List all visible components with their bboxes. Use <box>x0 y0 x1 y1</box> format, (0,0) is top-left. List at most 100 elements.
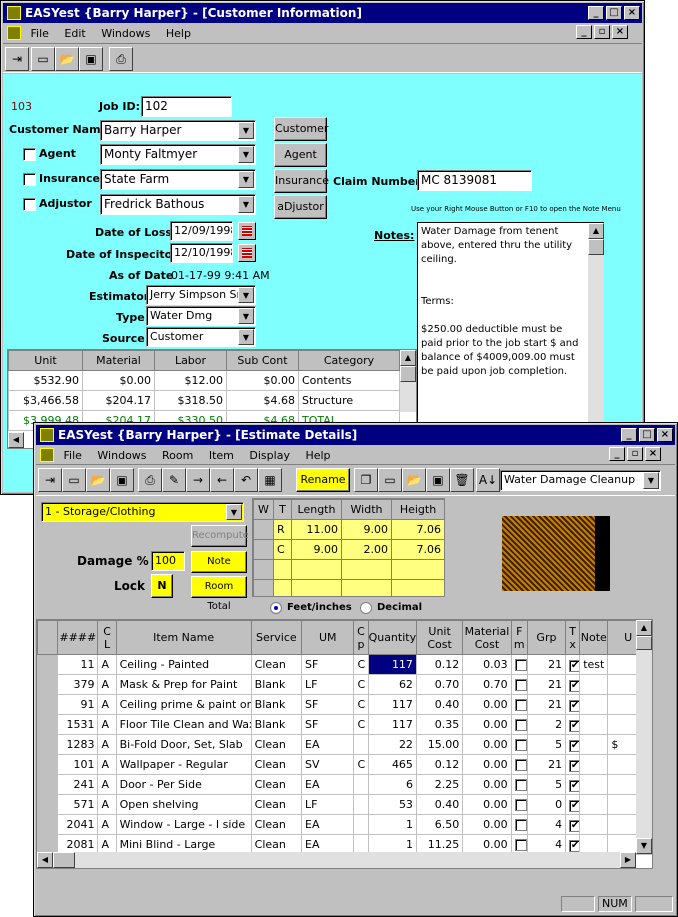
type-select[interactable]: Water Dmg ▼ <box>146 306 256 326</box>
row-selector[interactable] <box>37 774 59 795</box>
table-cell[interactable]: 21 <box>526 674 567 695</box>
undo-icon[interactable]: ↶ <box>234 468 258 492</box>
table-cell[interactable]: 0.00 <box>462 814 512 835</box>
table-row[interactable]: 11 A Ceiling - Painted Clean SF C 117 0.12 0.03 2… <box>37 654 652 675</box>
table-cell[interactable]: 6 <box>367 774 417 795</box>
table-cell[interactable]: 21 <box>526 654 567 675</box>
table-cell[interactable]: 2 <box>526 714 567 735</box>
fm-checkbox[interactable] <box>510 674 528 695</box>
table-cell[interactable]: EA <box>301 774 355 795</box>
table-cell[interactable]: 91 <box>57 694 99 715</box>
table-cell[interactable]: 0.00 <box>462 774 512 795</box>
table-cell[interactable]: Clean <box>250 814 303 835</box>
table-row[interactable]: 1531 A Floor Tile Clean and Wax Blank SF C 117… <box>37 714 652 735</box>
table-cell[interactable]: 0.70 <box>462 674 512 695</box>
table-cell[interactable]: LF <box>301 794 355 815</box>
table-cell[interactable]: A <box>97 714 117 735</box>
exit-icon[interactable]: ⇥ <box>5 47 29 71</box>
row-selector[interactable] <box>37 694 59 715</box>
menu-help[interactable]: Help <box>305 449 330 462</box>
delete-row-icon[interactable]: ← <box>210 468 234 492</box>
table-cell[interactable]: 2.25 <box>415 774 464 795</box>
child-minimize-button[interactable]: _ <box>576 25 592 39</box>
tax-checkbox[interactable]: ✔ <box>565 774 581 795</box>
agent-button[interactable]: Agent <box>274 143 327 167</box>
fm-checkbox[interactable] <box>510 754 528 775</box>
calendar-icon[interactable] <box>238 222 256 240</box>
table-cell[interactable]: Ceiling - Painted <box>115 654 252 675</box>
table-cell[interactable]: 379 <box>57 674 99 695</box>
fm-checkbox[interactable] <box>510 654 528 675</box>
table-cell[interactable]: SF <box>301 654 355 675</box>
table-cell[interactable]: 0 <box>526 794 567 815</box>
customer-name-select[interactable]: Barry Harper ▼ <box>100 120 256 141</box>
adjustor-checkbox[interactable] <box>23 198 36 211</box>
minimize-button[interactable]: _ <box>588 6 604 20</box>
tax-checkbox[interactable]: ✔ <box>565 754 581 775</box>
table-cell[interactable]: A <box>97 814 117 835</box>
row-selector[interactable] <box>37 814 59 835</box>
save-icon[interactable]: ▣ <box>426 468 450 492</box>
close-button[interactable]: × <box>657 428 673 442</box>
sort-icon[interactable]: A↓ <box>476 468 500 492</box>
fm-checkbox[interactable] <box>510 794 528 815</box>
customer-button[interactable]: Customer <box>274 117 328 141</box>
open-folder-icon[interactable]: 📂 <box>86 468 110 492</box>
table-cell[interactable]: 21 <box>526 694 567 715</box>
table-cell[interactable]: 0.00 <box>462 714 512 735</box>
table-cell[interactable]: SV <box>301 754 355 775</box>
table-row[interactable]: 91ACeiling prime & paint one coBlankSFC1… <box>37 694 652 715</box>
table-cell[interactable]: 62 <box>367 674 417 695</box>
fm-checkbox[interactable] <box>510 734 528 755</box>
child-restore-button[interactable]: ▫ <box>594 25 610 39</box>
table-cell[interactable]: Blank <box>250 694 303 715</box>
table-cell[interactable]: 465 <box>367 754 417 775</box>
table-cell[interactable] <box>579 754 609 775</box>
date-of-inspection-field[interactable]: 12/10/1998 <box>170 243 233 263</box>
menu-room[interactable]: Room <box>162 449 193 462</box>
trash-icon[interactable]: 🗑 <box>450 468 474 492</box>
table-cell[interactable]: 101 <box>57 754 99 775</box>
table-cell[interactable]: 1283 <box>57 734 99 755</box>
table-cell[interactable]: C <box>353 754 369 775</box>
table-cell[interactable]: Clean <box>250 654 303 675</box>
adjustor-select[interactable]: Fredrick Bathous ▼ <box>100 194 256 215</box>
rename-button[interactable]: Rename <box>296 468 350 492</box>
table-cell[interactable]: Blank <box>250 714 303 735</box>
row-selector[interactable] <box>37 714 59 735</box>
radio-decimal[interactable] <box>360 602 372 614</box>
minimize-button[interactable]: _ <box>621 428 637 442</box>
tax-checkbox[interactable]: ✔ <box>565 674 581 695</box>
table-cell[interactable]: C <box>353 694 369 715</box>
tax-checkbox[interactable]: ✔ <box>565 794 581 815</box>
table-cell[interactable]: Blank <box>250 674 303 695</box>
insurance-button[interactable]: Insurance <box>274 169 329 193</box>
table-cell[interactable]: 0.00 <box>462 694 512 715</box>
table-cell[interactable]: 1531 <box>57 714 99 735</box>
child-close-button[interactable]: × <box>612 25 628 39</box>
new-icon[interactable]: ▭ <box>31 47 55 71</box>
table-cell[interactable]: 117 <box>367 654 417 675</box>
table-row[interactable]: 2041 A Window - Large - I side Clean EA 1 6.50… <box>37 814 652 835</box>
table-cell[interactable]: 5 <box>526 734 567 755</box>
table-cell[interactable]: A <box>97 754 117 775</box>
tax-checkbox[interactable]: ✔ <box>565 694 581 715</box>
table-cell[interactable]: Floor Tile Clean and Wax <box>115 714 252 735</box>
radio-feet-inches[interactable] <box>270 602 282 614</box>
open-folder-icon[interactable]: 📂 <box>402 468 426 492</box>
fm-checkbox[interactable] <box>510 714 528 735</box>
table-cell[interactable] <box>579 794 609 815</box>
table-cell[interactable]: 53 <box>367 794 417 815</box>
table-cell[interactable]: 0.12 <box>415 754 464 775</box>
note-button[interactable]: Note <box>191 551 247 573</box>
child-restore-button[interactable]: ▫ <box>627 447 643 461</box>
table-cell[interactable]: test i <box>579 654 609 675</box>
table-cell[interactable]: A <box>97 774 117 795</box>
table-cell[interactable]: Mask & Prep for Paint <box>115 674 252 695</box>
estimator-select[interactable]: Jerry Simpson Sr ▼ <box>146 285 256 305</box>
tax-checkbox[interactable]: ✔ <box>565 814 581 835</box>
table-cell[interactable]: 571 <box>57 794 99 815</box>
fm-checkbox[interactable] <box>510 814 528 835</box>
table-cell[interactable]: 0.00 <box>462 734 512 755</box>
room-total-button[interactable]: Room Total <box>191 576 247 612</box>
